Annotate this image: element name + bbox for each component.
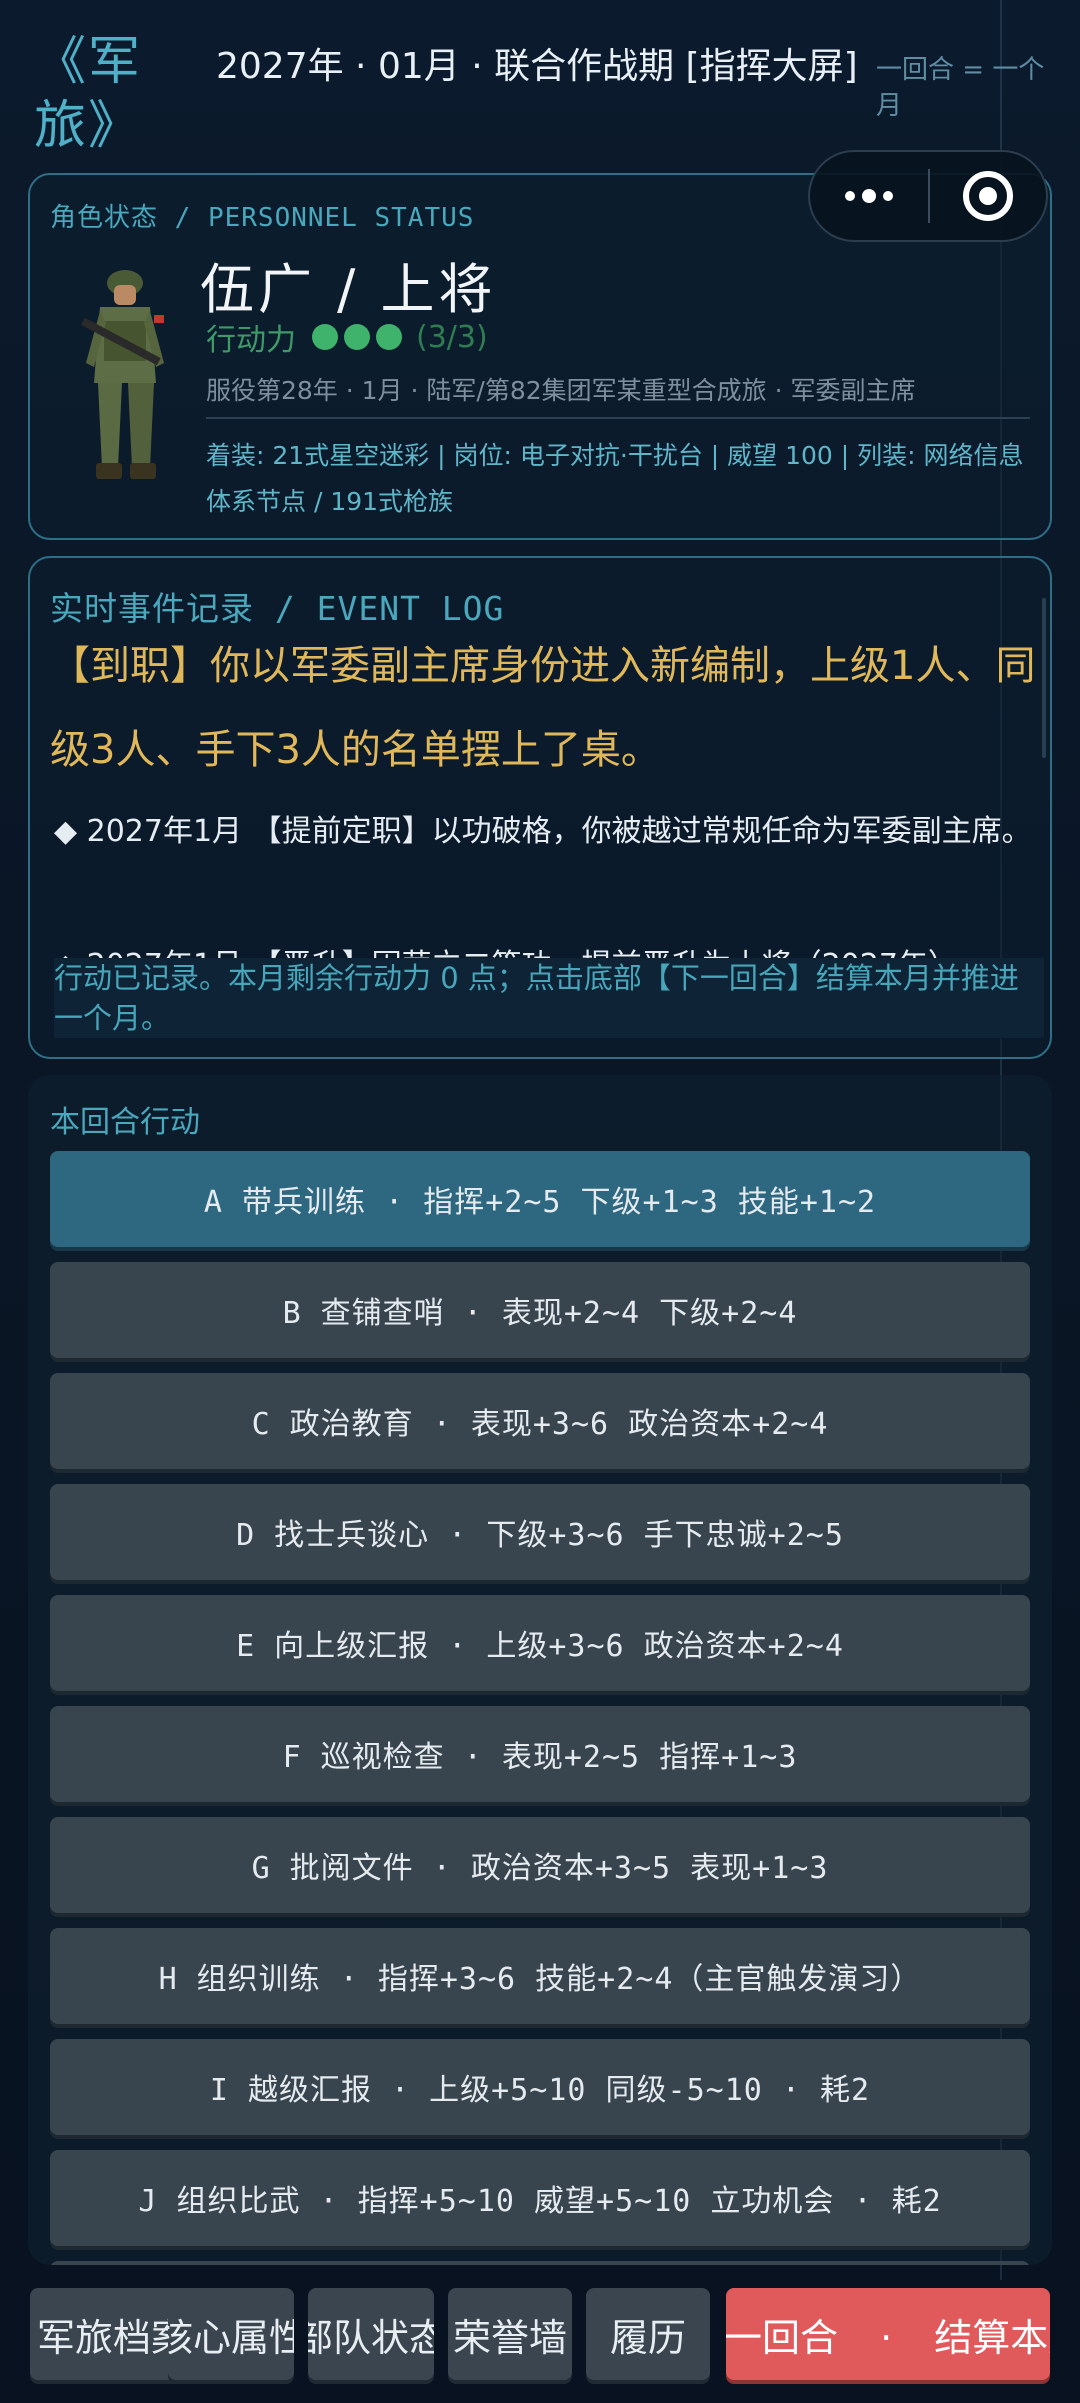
action-option-button[interactable]: B 查铺查哨 · 表现+2~4 下级+2~4 xyxy=(50,1262,1030,1358)
turn-actions-panel: 本回合行动 A 带兵训练 · 指挥+2~5 下级+1~3 技能+1~2 B 查铺查… xyxy=(28,1075,1052,2265)
history-button[interactable]: 履历 xyxy=(586,2288,710,2380)
divider xyxy=(206,417,1030,419)
attributes-button[interactable]: 核心属性 xyxy=(168,2288,294,2380)
target-circle-icon[interactable] xyxy=(930,171,1046,221)
next-turn-button[interactable]: 下一回合 · 结算本月 xyxy=(726,2288,1050,2380)
action-option-button[interactable]: E 向上级汇报 · 上级+3~6 政治资本+2~4 xyxy=(50,1595,1030,1691)
bottom-nav: 军旅档案 核心属性 部队状态 荣誉墙 履历 下一回合 · 结算本月 xyxy=(0,2280,1080,2390)
date-title: 2027年 · 01月 · 联合作战期 [指挥大屏] xyxy=(216,46,858,87)
action-option-button[interactable]: F 巡视检查 · 表现+2~5 指挥+1~3 xyxy=(50,1706,1030,1802)
actions-title: 本回合行动 xyxy=(50,1105,200,1140)
action-point-dot xyxy=(376,324,402,350)
action-option-button[interactable] xyxy=(50,2261,1030,2265)
mini-program-capsule xyxy=(808,150,1048,242)
equipment-info: 着装: 21式星空迷彩 | 岗位: 电子对抗·干扰台 | 威望 100 | 列装… xyxy=(206,441,1024,516)
action-option-button[interactable]: C 政治教育 · 表现+3~6 政治资本+2~4 xyxy=(50,1373,1030,1469)
section-label: 角色状态 / PERSONNEL STATUS xyxy=(50,203,475,233)
soldier-avatar xyxy=(81,270,164,479)
action-points-label: 行动力 xyxy=(206,323,296,358)
service-info: 服役第28年 · 1月 · 陆军/第82集团军某重型合成旅 · 军委副主席 xyxy=(206,376,916,405)
honor-wall-button[interactable]: 荣誉墙 xyxy=(448,2288,572,2380)
event-footer-note: 行动已记录。本月剩余行动力 0 点；点击底部【下一回合】结算本月并推进一个月。 xyxy=(54,958,1044,1038)
next-turn-label: 下一回合 · 结算本月 xyxy=(726,2315,1050,2360)
action-option-button[interactable]: A 带兵训练 · 指挥+2~5 下级+1~3 技能+1~2 xyxy=(50,1151,1030,1247)
action-point-dot xyxy=(312,324,338,350)
action-option-button[interactable]: D 找士兵谈心 · 下级+3~6 手下忠诚+2~5 xyxy=(50,1484,1030,1580)
event-item: ◆ 2027年1月 【提前定职】以功破格，你被越过常规任命为军委副主席。 xyxy=(54,814,1032,849)
turn-duration-note: 一回合 = 一个月 xyxy=(876,55,1045,121)
action-points-count: (3/3) xyxy=(416,319,488,355)
app-logo: 《军旅》 xyxy=(34,32,143,156)
header: 《军旅》 2027年 · 01月 · 联合作战期 [指挥大屏] 一回合 = 一个… xyxy=(0,0,1080,170)
action-option-button[interactable]: G 批阅文件 · 政治资本+3~5 表现+1~3 xyxy=(50,1817,1030,1913)
scrollbar[interactable] xyxy=(1042,598,1046,758)
event-log-panel[interactable]: 实时事件记录 / EVENT LOG 【到职】你以军委副主席身份进入新编制，上级… xyxy=(28,556,1052,1059)
unit-status-button[interactable]: 部队状态 xyxy=(308,2288,434,2380)
action-option-button[interactable]: I 越级汇报 · 上级+5~10 同级-5~10 · 耗2 xyxy=(50,2039,1030,2135)
action-point-dot xyxy=(344,324,370,350)
more-dots-icon[interactable] xyxy=(810,152,928,240)
name-rank: 伍广 / 上将 xyxy=(200,258,497,321)
action-option-button[interactable]: H 组织训练 · 指挥+3~6 技能+2~4（主官触发演习） xyxy=(50,1928,1030,2024)
action-option-button[interactable]: J 组织比武 · 指挥+5~10 威望+5~10 立功机会 · 耗2 xyxy=(50,2150,1030,2246)
action-points: 行动力 (3/3) xyxy=(206,315,488,359)
event-log-title: 实时事件记录 / EVENT LOG xyxy=(50,589,505,628)
event-headline: 【到职】你以军委副主席身份进入新编制，上级1人、同级3人、手下3人的名单摆上了桌… xyxy=(50,643,1036,773)
